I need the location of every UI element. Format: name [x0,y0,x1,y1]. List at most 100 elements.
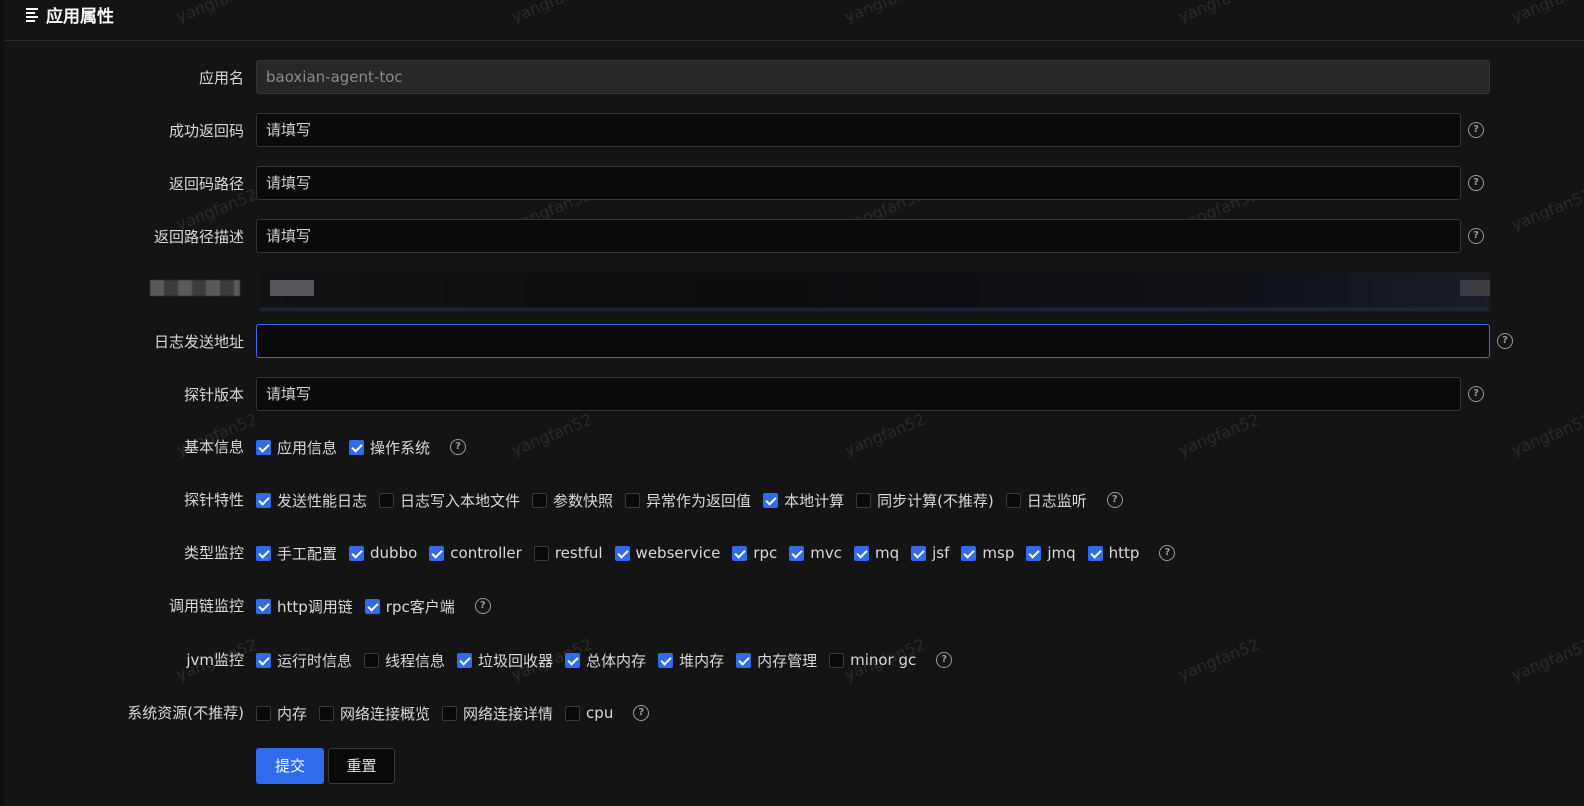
checkbox-item[interactable]: 网络连接概览 [319,703,430,724]
help-icon[interactable]: ? [1468,386,1484,402]
checkbox-item[interactable]: cpu [565,704,613,722]
field-label: 成功返回码 [168,122,244,140]
checkbox-checked-icon[interactable] [429,545,445,561]
group-label: jvm监控 [186,651,244,669]
checkbox-item[interactable]: 同步计算(不推荐) [856,490,994,511]
help-icon[interactable]: ? [1106,492,1123,508]
checkbox-item[interactable]: 异常作为返回值 [625,490,751,511]
checkbox-item[interactable]: 网络连接详情 [442,703,553,724]
checkbox-item[interactable]: 堆内存 [658,650,724,671]
checkbox-unchecked-icon[interactable] [532,492,548,508]
checkbox-unchecked-icon[interactable] [442,705,458,721]
checkbox-checked-icon[interactable] [256,652,271,668]
return-path-desc-input[interactable] [256,219,1461,253]
checkbox-item[interactable]: 手工配置 [256,543,337,564]
checkbox-unchecked-icon[interactable] [625,492,641,508]
success-code-input[interactable] [256,113,1461,147]
checkbox-label: http [1108,544,1140,562]
checkbox-unchecked-icon[interactable] [565,705,581,721]
log-address-input[interactable] [256,324,1490,358]
checkbox-checked-icon[interactable] [763,492,779,508]
checkbox-checked-icon[interactable] [256,492,271,508]
checkbox-label: 异常作为返回值 [646,491,752,510]
checkbox-item[interactable]: 内存 [256,703,307,724]
checkbox-checked-icon[interactable] [349,439,365,455]
help-icon[interactable]: ? [1497,333,1513,349]
checkbox-item[interactable]: 垃圾回收器 [457,650,553,671]
checkbox-unchecked-icon[interactable] [364,652,380,668]
help-icon[interactable]: ? [1468,175,1484,191]
checkbox-label: 日志写入本地文件 [400,491,521,510]
checkbox-checked-icon[interactable] [658,652,674,668]
checkbox-checked-icon[interactable] [1026,545,1042,561]
checkbox-unchecked-icon[interactable] [1005,492,1021,508]
checkbox-checked-icon[interactable] [961,545,977,561]
checkbox-item[interactable]: mq [853,544,899,562]
help-icon[interactable]: ? [474,598,491,614]
checkbox-checked-icon[interactable] [911,545,927,561]
checkbox-item[interactable]: 内存管理 [736,650,817,671]
checkbox-item[interactable]: mvc [789,544,842,562]
checkbox-item[interactable]: 参数快照 [532,490,613,511]
checkbox-item[interactable]: 应用信息 [256,437,337,458]
checkbox-item[interactable]: dubbo [349,544,417,562]
checkbox-checked-icon[interactable] [565,652,581,668]
checkbox-item[interactable]: 日志写入本地文件 [379,490,520,511]
checkbox-unchecked-icon[interactable] [256,705,271,721]
checkbox-item[interactable]: http [1087,544,1140,562]
checkbox-item[interactable]: 发送性能日志 [256,490,367,511]
checkbox-item[interactable]: 总体内存 [565,650,646,671]
submit-button[interactable]: 提交 [256,748,324,784]
checkbox-checked-icon[interactable] [256,545,271,561]
app-name-input[interactable] [256,60,1490,94]
checkbox-item[interactable]: 本地计算 [763,490,844,511]
checkbox-label: 发送性能日志 [277,491,368,510]
checkbox-item[interactable]: msp [961,544,1014,562]
checkbox-item[interactable]: 日志监听 [1005,490,1087,511]
checkbox-label: jmq [1047,544,1076,562]
checkbox-item[interactable]: rpc客户端 [364,596,455,617]
checkbox-checked-icon[interactable] [789,545,805,561]
checkbox-checked-icon[interactable] [349,545,365,561]
checkbox-checked-icon[interactable] [457,652,473,668]
help-icon[interactable]: ? [1468,122,1484,138]
checkbox-item[interactable]: http调用链 [256,596,353,617]
checkbox-item[interactable]: webservice [614,544,720,562]
checkbox-unchecked-icon[interactable] [856,492,872,508]
probe-version-input[interactable] [256,377,1461,411]
redacted-text [270,280,314,296]
checkbox-unchecked-icon[interactable] [379,492,395,508]
checkbox-item[interactable]: jmq [1026,544,1076,562]
checkbox-checked-icon[interactable] [732,545,748,561]
checkbox-item[interactable]: 线程信息 [364,650,445,671]
checkbox-item[interactable]: controller [429,544,522,562]
checkbox-item[interactable]: minor gc [829,651,916,669]
checkbox-checked-icon[interactable] [614,545,630,561]
reset-button[interactable]: 重置 [328,748,395,784]
checkbox-checked-icon[interactable] [1087,545,1103,561]
help-icon[interactable]: ? [450,439,467,455]
checkbox-checked-icon[interactable] [736,652,752,668]
checkbox-checked-icon[interactable] [853,545,869,561]
help-icon[interactable]: ? [1468,228,1484,244]
checkbox-checked-icon[interactable] [256,439,271,455]
checkbox-unchecked-icon[interactable] [533,545,549,561]
help-icon[interactable]: ? [936,652,953,668]
help-icon[interactable]: ? [633,705,650,721]
checkbox-checked-icon[interactable] [256,598,271,614]
help-icon[interactable]: ? [1159,545,1176,561]
checkbox-label: 堆内存 [679,651,725,670]
checkbox-item[interactable]: 操作系统 [349,437,430,458]
group-basic-info: 基本信息 应用信息 操作系统? [4,429,1584,465]
checkbox-label: 运行时信息 [277,651,353,670]
checkbox-label: 手工配置 [277,544,338,563]
return-code-path-input[interactable] [256,166,1461,200]
checkbox-unchecked-icon[interactable] [319,705,335,721]
checkbox-item[interactable]: rpc [732,544,777,562]
checkbox-unchecked-icon[interactable] [829,652,845,668]
checkbox-item[interactable]: jsf [911,544,949,562]
checkbox-item[interactable]: restful [533,544,603,562]
checkbox-checked-icon[interactable] [364,598,380,614]
checkbox-item[interactable]: 运行时信息 [256,650,352,671]
group-label: 调用链监控 [168,597,244,615]
